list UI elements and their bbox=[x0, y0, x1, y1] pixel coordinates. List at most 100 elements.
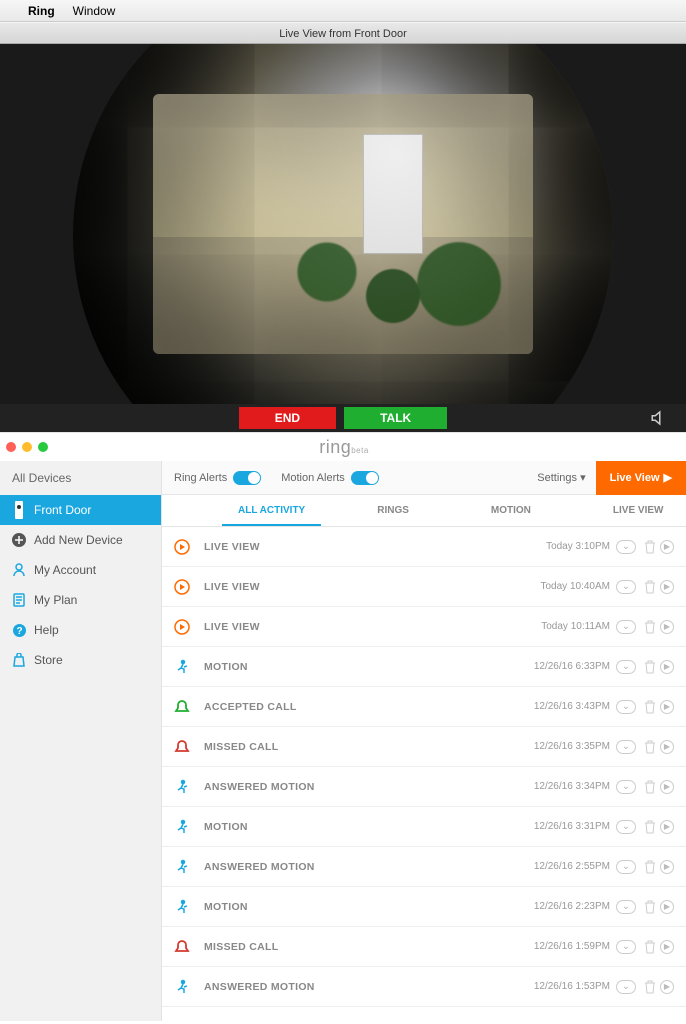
event-time: 12/26/16 3:31PM bbox=[534, 821, 610, 832]
delete-button[interactable] bbox=[640, 860, 656, 874]
motion-alerts-label: Motion Alerts bbox=[281, 472, 345, 484]
event-row[interactable]: LIVE VIEWToday 10:11AM⌄▶ bbox=[162, 607, 686, 647]
expand-button[interactable]: ⌄ bbox=[616, 580, 636, 594]
event-row[interactable]: MOTION12/26/16 6:33PM⌄▶ bbox=[162, 647, 686, 687]
delete-button[interactable] bbox=[640, 700, 656, 714]
ring-alerts-toggle[interactable] bbox=[233, 471, 261, 485]
speaker-icon[interactable] bbox=[650, 409, 668, 427]
expand-button[interactable]: ⌄ bbox=[616, 540, 636, 554]
event-label: MOTION bbox=[204, 901, 534, 913]
event-row[interactable]: ACCEPTED CALL12/26/16 3:43PM ⌄ ▶ bbox=[162, 687, 686, 727]
expand-button[interactable]: ⌄ bbox=[616, 780, 636, 794]
sidebar-item-label: Add New Device bbox=[34, 533, 123, 547]
play-button[interactable]: ▶ bbox=[660, 740, 674, 754]
svg-text:?: ? bbox=[16, 626, 22, 637]
help-icon: ? bbox=[12, 623, 26, 637]
event-row[interactable]: MISSED CALL12/26/16 3:35PM⌄▶ bbox=[162, 727, 686, 767]
event-row[interactable]: LIVE VIEWToday 3:10PM⌄▶ bbox=[162, 527, 686, 567]
delete-button[interactable] bbox=[640, 620, 656, 634]
sidebar-item-help[interactable]: ? Help bbox=[0, 615, 161, 645]
sidebar-item-front-door[interactable]: Front Door bbox=[0, 495, 161, 525]
event-time: Today 3:10PM bbox=[546, 541, 610, 552]
play-button[interactable]: ▶ bbox=[660, 660, 674, 674]
live-view-button[interactable]: Live View ▶ bbox=[596, 461, 686, 495]
sidebar-item-account[interactable]: My Account bbox=[0, 555, 161, 585]
motion-alerts-toggle[interactable] bbox=[351, 471, 379, 485]
play-icon: ▶ bbox=[664, 471, 672, 484]
expand-button[interactable]: ⌄ bbox=[616, 860, 636, 874]
close-icon[interactable] bbox=[6, 442, 16, 452]
event-row[interactable]: MISSED CALL12/26/16 1:59PM⌄▶ bbox=[162, 927, 686, 967]
minimize-icon[interactable] bbox=[22, 442, 32, 452]
event-type-icon bbox=[174, 659, 190, 675]
tab-motion[interactable]: MOTION bbox=[475, 495, 547, 526]
play-button[interactable]: ▶ bbox=[660, 860, 674, 874]
tab-rings[interactable]: RINGS bbox=[361, 495, 425, 526]
expand-button[interactable]: ⌄ bbox=[616, 940, 636, 954]
expand-button[interactable]: ⌄ bbox=[616, 620, 636, 634]
event-type-icon bbox=[174, 539, 190, 555]
live-video-window: Live View from Front Door END TALK bbox=[0, 22, 686, 432]
play-button[interactable]: ▶ bbox=[660, 940, 674, 954]
play-button[interactable]: ▶ bbox=[660, 900, 674, 914]
delete-button[interactable] bbox=[640, 540, 656, 554]
event-label: MISSED CALL bbox=[204, 941, 534, 953]
event-row[interactable]: MOTION12/26/16 2:23PM⌄▶ bbox=[162, 887, 686, 927]
play-button[interactable]: ▶ bbox=[660, 820, 674, 834]
event-list[interactable]: LIVE VIEWToday 3:10PM⌄▶LIVE VIEWToday 10… bbox=[162, 527, 686, 1021]
play-button[interactable]: ▶ bbox=[660, 780, 674, 794]
expand-button[interactable]: ⌄ bbox=[616, 660, 636, 674]
delete-button[interactable] bbox=[640, 940, 656, 954]
event-type-icon bbox=[174, 579, 190, 595]
sidebar-item-label: My Account bbox=[34, 563, 96, 577]
play-button[interactable]: ▶ bbox=[660, 540, 674, 554]
delete-button[interactable] bbox=[640, 820, 656, 834]
event-row[interactable]: ANSWERED MOTION12/26/16 3:34PM⌄▶ bbox=[162, 767, 686, 807]
expand-button[interactable]: ⌄ bbox=[616, 900, 636, 914]
play-button[interactable]: ▶ bbox=[660, 980, 674, 994]
delete-button[interactable] bbox=[640, 660, 656, 674]
maximize-icon[interactable] bbox=[38, 442, 48, 452]
sidebar-item-plan[interactable]: My Plan bbox=[0, 585, 161, 615]
expand-button[interactable]: ⌄ bbox=[616, 980, 636, 994]
event-time: 12/26/16 1:53PM bbox=[534, 981, 610, 992]
event-time: 12/26/16 3:43PM bbox=[534, 701, 610, 712]
sidebar-header: All Devices bbox=[0, 461, 161, 495]
event-row[interactable]: MOTION12/26/16 3:31PM⌄▶ bbox=[162, 807, 686, 847]
device-icon bbox=[12, 503, 26, 517]
event-time: 12/26/16 2:55PM bbox=[534, 861, 610, 872]
sidebar-item-label: Store bbox=[34, 653, 63, 667]
event-label: LIVE VIEW bbox=[204, 621, 541, 633]
talk-button[interactable]: TALK bbox=[344, 407, 447, 429]
delete-button[interactable] bbox=[640, 900, 656, 914]
play-button[interactable]: ▶ bbox=[660, 580, 674, 594]
expand-button[interactable]: ⌄ bbox=[616, 820, 636, 834]
sidebar-item-label: Help bbox=[34, 623, 59, 637]
event-time: Today 10:40AM bbox=[541, 581, 611, 592]
event-row[interactable]: LIVE VIEWToday 10:40AM⌄▶ bbox=[162, 567, 686, 607]
play-button[interactable]: ▶ bbox=[660, 620, 674, 634]
sidebar-item-add-device[interactable]: Add New Device bbox=[0, 525, 161, 555]
event-label: ANSWERED MOTION bbox=[204, 861, 534, 873]
delete-button[interactable] bbox=[640, 980, 656, 994]
menubar-window[interactable]: Window bbox=[73, 4, 116, 18]
ring-app-window: ringbeta All Devices Front Door Add New … bbox=[0, 432, 686, 1021]
event-row[interactable]: ANSWERED MOTION12/26/16 2:55PM ⌄ ▶ bbox=[162, 847, 686, 887]
event-label: ACCEPTED CALL bbox=[204, 701, 534, 713]
event-label: MOTION bbox=[204, 661, 534, 673]
expand-button[interactable]: ⌄ bbox=[616, 700, 636, 714]
video-feed bbox=[0, 44, 686, 404]
event-row[interactable]: ANSWERED MOTION12/26/16 1:53PM⌄▶ bbox=[162, 967, 686, 1007]
menubar-app-name[interactable]: Ring bbox=[28, 4, 55, 18]
delete-button[interactable] bbox=[640, 780, 656, 794]
toolbar: Ring Alerts Motion Alerts Settings ▾ Liv… bbox=[162, 461, 686, 495]
play-button[interactable]: ▶ bbox=[660, 700, 674, 714]
tab-all-activity[interactable]: ALL ACTIVITY bbox=[222, 495, 321, 526]
end-button[interactable]: END bbox=[239, 407, 336, 429]
delete-button[interactable] bbox=[640, 740, 656, 754]
settings-dropdown[interactable]: Settings ▾ bbox=[537, 471, 585, 484]
delete-button[interactable] bbox=[640, 580, 656, 594]
sidebar-item-store[interactable]: Store bbox=[0, 645, 161, 675]
tab-live-view[interactable]: LIVE VIEW bbox=[597, 495, 680, 526]
expand-button[interactable]: ⌄ bbox=[616, 740, 636, 754]
